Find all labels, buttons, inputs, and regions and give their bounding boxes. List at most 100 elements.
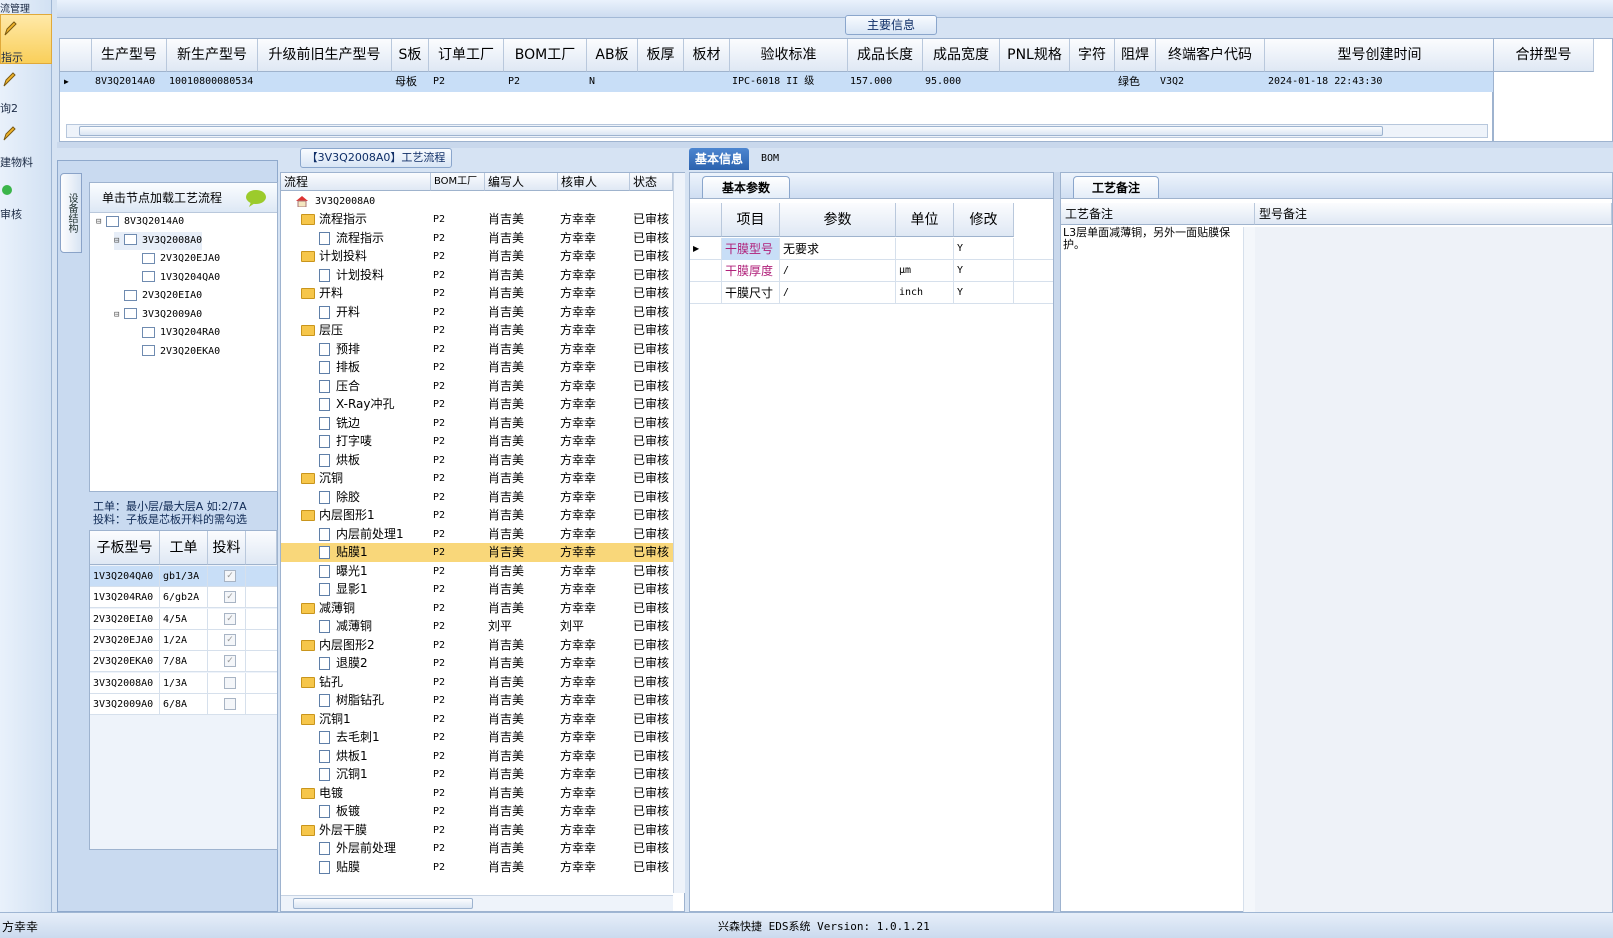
col-header[interactable]: 流程 — [281, 173, 431, 191]
cell-workorder[interactable]: 6/gb2A — [160, 587, 208, 609]
process-row[interactable]: 内层前处理1 P2 肖吉美 方幸幸 已审核 — [281, 525, 674, 544]
col-header[interactable]: 型号备注 — [1255, 203, 1612, 225]
table-row[interactable]: 2V3Q20EIA0 4/5A ✓ — [90, 608, 277, 630]
cell-item[interactable]: 干膜厚度 — [722, 260, 780, 282]
nav-item-build-material[interactable]: 建物料 — [0, 120, 52, 170]
cell-new-model[interactable]: 10010800080534 — [169, 72, 259, 92]
process-row[interactable]: 烘板 P2 肖吉美 方幸幸 已审核 — [281, 451, 674, 470]
col-header-merge[interactable]: 合拼型号 — [1494, 39, 1594, 72]
col-header[interactable]: 阻焊 — [1115, 39, 1156, 72]
process-row[interactable]: 内层图形1 P2 肖吉美 方幸幸 已审核 — [281, 506, 674, 525]
feed-checkbox[interactable]: ✓ — [224, 612, 236, 625]
table-row[interactable]: 1V3Q204QA0 gb1/3A ✓ — [90, 566, 277, 587]
model-note-area[interactable] — [1255, 227, 1612, 913]
process-row[interactable]: 预排 P2 肖吉美 方幸幸 已审核 — [281, 340, 674, 359]
process-row[interactable]: 减薄铜 P2 肖吉美 方幸幸 已审核 — [281, 599, 674, 618]
cell-model[interactable]: 8V3Q2014A0 — [95, 72, 167, 92]
cell-solder[interactable]: 绿色 — [1118, 72, 1156, 92]
col-header[interactable]: 字符 — [1070, 39, 1115, 72]
cell-mod[interactable]: Y — [954, 238, 1014, 260]
horizontal-scrollbar[interactable] — [66, 124, 1488, 138]
col-header[interactable]: 投料 — [208, 531, 246, 565]
cell-old-model[interactable] — [260, 72, 390, 92]
tab-bom[interactable]: BOM — [755, 148, 785, 170]
cell-char[interactable] — [1072, 72, 1114, 92]
tab-basic-info[interactable]: 基本信息 — [689, 148, 750, 170]
cell-param[interactable]: / — [780, 282, 896, 304]
process-row[interactable]: 显影1 P2 肖吉美 方幸幸 已审核 — [281, 580, 674, 599]
col-header[interactable]: 工单 — [160, 531, 208, 565]
cell-thickness[interactable] — [640, 72, 684, 92]
feed-checkbox[interactable]: ✓ — [224, 655, 236, 668]
process-row[interactable]: 流程指示 P2 肖吉美 方幸幸 已审核 — [281, 210, 674, 229]
cell-length[interactable]: 157.000 — [850, 72, 922, 92]
nav-item-instruct[interactable]: 指示 — [0, 14, 52, 64]
table-row[interactable]: ▶ 8V3Q2014A0 10010800080534 母板 P2 P2 N I… — [60, 72, 1494, 92]
col-header[interactable]: 状态 — [630, 173, 673, 191]
process-row[interactable]: 排板 P2 肖吉美 方幸幸 已审核 — [281, 358, 674, 377]
col-header[interactable]: S板 — [392, 39, 429, 72]
table-row[interactable]: 2V3Q20EKA0 7/8A ✓ — [90, 651, 277, 673]
cell-workorder[interactable]: 6/8A — [160, 693, 208, 715]
cell-unit[interactable]: μm — [896, 260, 954, 282]
col-header[interactable]: 参数 — [780, 203, 896, 237]
process-row[interactable]: 铣边 P2 肖吉美 方幸幸 已审核 — [281, 414, 674, 433]
process-row[interactable]: 烘板1 P2 肖吉美 方幸幸 已审核 — [281, 747, 674, 766]
process-row[interactable]: 沉铜1 P2 肖吉美 方幸幸 已审核 — [281, 765, 674, 784]
process-row[interactable]: 沉铜 P2 肖吉美 方幸幸 已审核 — [281, 469, 674, 488]
cell-model[interactable]: 1V3Q204RA0 — [90, 587, 160, 609]
cell-workorder[interactable]: 4/5A — [160, 608, 208, 630]
expand-icon[interactable]: ⊟ — [96, 213, 106, 231]
cell-material[interactable] — [686, 72, 730, 92]
table-row[interactable]: 3V3Q2008A0 1/3A — [90, 672, 277, 694]
process-row[interactable]: 外层前处理 P2 肖吉美 方幸幸 已审核 — [281, 839, 674, 858]
tree-node[interactable]: 1V3Q204QA0 — [132, 269, 220, 287]
cell-model[interactable]: 2V3Q20EKA0 — [90, 651, 160, 673]
col-header[interactable]: 升级前旧生产型号 — [258, 39, 392, 72]
col-header[interactable]: 新生产型号 — [167, 39, 258, 72]
col-header[interactable]: 单位 — [896, 203, 954, 237]
col-header[interactable]: 验收标准 — [730, 39, 848, 72]
process-row[interactable]: 减薄铜 P2 刘平 刘平 已审核 — [281, 617, 674, 636]
table-row[interactable]: 干膜厚度 / μm Y — [690, 260, 1053, 282]
cell-mod[interactable]: Y — [954, 282, 1014, 304]
process-row[interactable]: 贴膜1 P2 肖吉美 方幸幸 已审核 — [281, 543, 674, 562]
table-row[interactable]: 2V3Q20EJA0 1/2A ✓ — [90, 629, 277, 651]
feed-checkbox[interactable] — [224, 697, 236, 710]
tree-node[interactable]: ⊟ 8V3Q2014A0 — [96, 213, 184, 231]
tree-node[interactable]: 1V3Q204RA0 — [132, 324, 220, 342]
process-row[interactable]: 除胶 P2 肖吉美 方幸幸 已审核 — [281, 488, 674, 507]
col-header[interactable]: BOM工厂 — [504, 39, 587, 72]
process-row[interactable]: 电镀 P2 肖吉美 方幸幸 已审核 — [281, 784, 674, 803]
tab-structure[interactable]: 设备结构 — [60, 173, 82, 253]
col-header[interactable]: 工艺备注 — [1061, 203, 1255, 225]
nav-item-query2[interactable]: 询2 — [0, 66, 52, 116]
process-row[interactable]: 计划投料 P2 肖吉美 方幸幸 已审核 — [281, 266, 674, 285]
table-row[interactable]: 干膜尺寸 / inch Y — [690, 282, 1053, 304]
process-row[interactable]: 树脂钻孔 P2 肖吉美 方幸幸 已审核 — [281, 691, 674, 710]
cell-workorder[interactable]: 1/3A — [160, 672, 208, 694]
col-header[interactable]: BOM工厂 — [431, 173, 485, 191]
cell-unit[interactable] — [896, 238, 954, 260]
col-header[interactable]: 项目 — [722, 203, 780, 237]
col-header[interactable]: 编写人 — [485, 173, 558, 191]
cell-workorder[interactable]: 1/2A — [160, 629, 208, 651]
cell-unit[interactable]: inch — [896, 282, 954, 304]
cell-model[interactable]: 2V3Q20EIA0 — [90, 608, 160, 630]
cell-item[interactable]: 干膜尺寸 — [722, 282, 780, 304]
process-row[interactable]: 沉铜1 P2 肖吉美 方幸幸 已审核 — [281, 710, 674, 729]
col-header[interactable]: 板材 — [684, 39, 730, 72]
cell-mod[interactable]: Y — [954, 260, 1014, 282]
cell-item[interactable]: 干膜型号 — [722, 238, 780, 260]
col-header[interactable]: 订单工厂 — [429, 39, 504, 72]
cell-customer[interactable]: V3Q2 — [1160, 72, 1264, 92]
col-header[interactable]: 终端客户代码 — [1156, 39, 1265, 72]
process-row[interactable]: 内层图形2 P2 肖吉美 方幸幸 已审核 — [281, 636, 674, 655]
tree-node[interactable]: ⊟ 3V3Q2009A0 — [114, 306, 202, 324]
cell-standard[interactable]: IPC-6018 II 级 — [732, 72, 847, 92]
col-header[interactable]: PNL规格 — [1000, 39, 1070, 72]
cell-workorder[interactable]: gb1/3A — [160, 566, 208, 587]
col-header[interactable]: 核审人 — [558, 173, 630, 191]
process-row[interactable]: 板镀 P2 肖吉美 方幸幸 已审核 — [281, 802, 674, 821]
process-row[interactable]: 退膜2 P2 肖吉美 方幸幸 已审核 — [281, 654, 674, 673]
